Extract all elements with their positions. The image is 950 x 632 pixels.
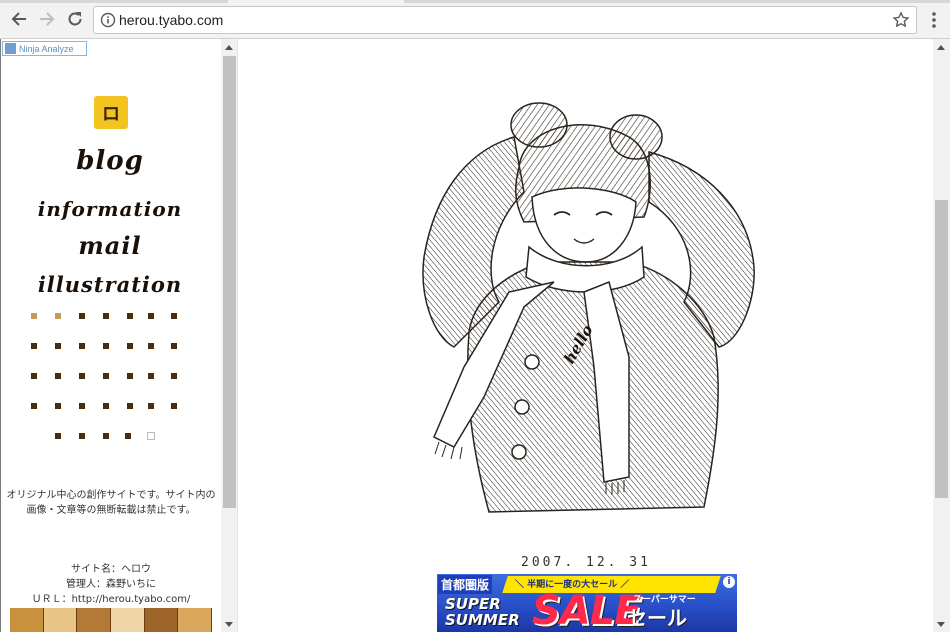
banner-segment [144,608,179,632]
site-admin: 管理人：森野いちに [66,579,156,590]
dot-link[interactable] [55,403,61,409]
link-banner[interactable] [10,608,213,632]
dot-link[interactable] [127,373,133,379]
back-button[interactable] [8,8,30,30]
post-date: 2007. 12. 31 [521,555,651,570]
scrollbar-thumb[interactable] [223,56,236,508]
dot-link[interactable] [31,403,37,409]
dot-link[interactable] [79,433,85,439]
star-outline-icon[interactable] [892,11,910,29]
arrow-right-icon [40,12,55,26]
nav-illustration[interactable]: illustration [0,272,220,297]
browser-menu-button[interactable] [926,9,942,31]
dot-link[interactable] [125,433,131,439]
frame-edge [0,39,1,632]
dot-link[interactable] [171,403,177,409]
scroll-up-arrow[interactable] [225,45,233,50]
dot-link[interactable] [55,343,61,349]
address-bar[interactable]: herou.tyabo.com [93,6,917,34]
banner-segment [10,608,44,632]
site-url: ＵＲＬ：http://herou.tyabo.com/ [31,594,191,605]
ad-sale-jp: セール [627,606,687,630]
sidebar-frame: Ninja Analyze ロ blog information mail il… [0,39,238,632]
dot-link[interactable] [127,403,133,409]
dot-link[interactable] [55,433,61,439]
dot-link[interactable] [79,403,85,409]
ad-super: SUPER [445,595,501,613]
tab-edge-right [404,0,950,3]
site-name: サイト名：ヘロウ [71,564,151,575]
dot-link[interactable] [31,313,37,319]
site-logo[interactable]: ロ [94,96,128,129]
dot-link[interactable] [103,373,109,379]
ad-region-tag: 首都圏版 [438,575,493,594]
dot-link[interactable] [31,373,37,379]
dot-link[interactable] [171,373,177,379]
site-description: オリジナル中心の創作サイトです。サイト内の画像・文章等の無断転載は禁止です。 [6,490,216,516]
forward-button[interactable] [36,8,58,30]
nav-mail[interactable]: mail [0,231,220,260]
ninja-badge-label: Ninja Analyze [19,43,74,54]
dot-link[interactable] [103,433,109,439]
dot-link[interactable] [171,343,177,349]
dot-link[interactable] [148,343,154,349]
ninja-icon [5,43,16,54]
content-frame: hello 2007. 12. 31 首都圏版 ＼ 半期に一度の大セール ／ S… [239,39,933,632]
ninja-analyze-badge[interactable]: Ninja Analyze [2,41,87,56]
site-info: サイト名：ヘロウ 管理人：森野いちに ＵＲＬ：http://herou.tyab… [4,562,218,607]
ad-banner[interactable]: 首都圏版 ＼ 半期に一度の大セール ／ SUPER SUMMER SALE スー… [437,574,737,632]
banner-segment [178,608,213,632]
dot-link[interactable] [103,343,109,349]
nav-blog[interactable]: blog [0,146,220,176]
dot-link[interactable] [79,373,85,379]
dot-link[interactable] [55,373,61,379]
dot-link[interactable] [103,313,109,319]
sketch-illustration[interactable]: hello [414,97,759,522]
ad-summer: SUMMER [445,611,520,629]
banner-segment [43,608,78,632]
dot-link[interactable] [148,403,154,409]
dot-link[interactable] [148,313,154,319]
scroll-down-arrow[interactable] [225,622,233,627]
dot-link[interactable] [171,313,177,319]
tab-edge [0,0,228,3]
scroll-down-arrow[interactable] [937,622,945,627]
dot-link[interactable] [31,343,37,349]
reload-icon [68,12,82,26]
scroll-up-arrow[interactable] [937,45,945,50]
banner-segment [77,608,112,632]
ad-info-icon[interactable]: i [723,576,735,588]
vertical-dots-icon [932,12,936,28]
empty-image-placeholder[interactable] [147,432,155,440]
ad-super-summer: SUPER SUMMER [445,596,520,628]
dot-link[interactable] [127,343,133,349]
dot-link[interactable] [79,343,85,349]
browser-toolbar: herou.tyabo.com [0,0,950,39]
dot-link[interactable] [103,403,109,409]
content-scrollbar[interactable] [933,39,950,632]
banner-segment [111,608,145,632]
dot-link[interactable] [127,313,133,319]
info-circle-icon[interactable] [100,12,116,28]
nav-information[interactable]: information [0,197,220,221]
url-text[interactable]: herou.tyabo.com [119,12,223,28]
logo-glyph: ロ [102,103,120,125]
dot-link[interactable] [55,313,61,319]
scrollbar-thumb[interactable] [935,200,948,498]
dot-link[interactable] [148,373,154,379]
ad-sale: SALE [532,588,642,632]
dot-link[interactable] [79,313,85,319]
arrow-left-icon [11,12,26,26]
reload-button[interactable] [64,8,86,30]
sidebar-scrollbar[interactable] [221,39,237,632]
